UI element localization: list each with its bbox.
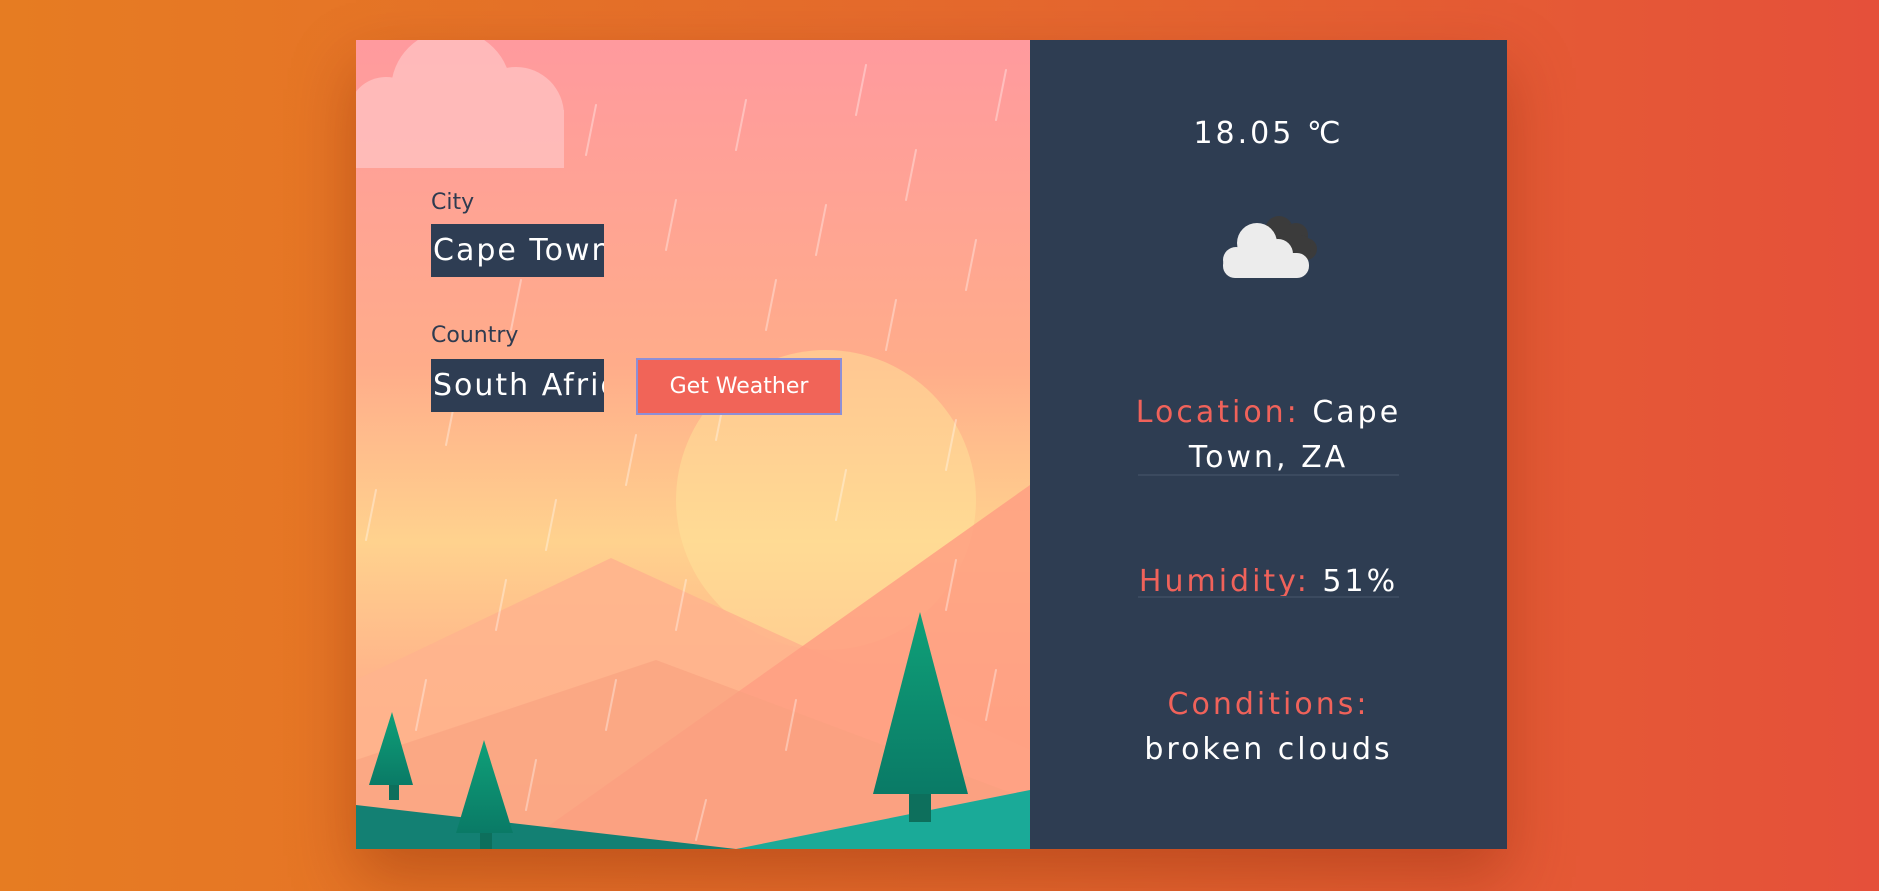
- conditions-row: Conditions: broken clouds: [1130, 682, 1407, 772]
- divider: [1138, 596, 1399, 598]
- search-panel: City Cape Town Country South Africa Get …: [356, 40, 1030, 849]
- city-input[interactable]: Cape Town: [431, 224, 604, 277]
- weather-results-panel: 18.05 ℃ Location: Cape Town, ZA Humidity…: [1030, 40, 1507, 849]
- divider: [1138, 474, 1399, 476]
- city-label: City: [431, 190, 475, 215]
- temperature-value: 18.05 ℃: [1193, 116, 1344, 151]
- country-input[interactable]: South Africa: [431, 359, 604, 412]
- humidity-value: 51%: [1322, 564, 1399, 599]
- location-key: Location:: [1135, 395, 1300, 430]
- weather-card: City Cape Town Country South Africa Get …: [356, 40, 1507, 849]
- location-row: Location: Cape Town, ZA: [1130, 390, 1407, 480]
- humidity-key: Humidity:: [1138, 564, 1310, 599]
- country-label: Country: [431, 323, 519, 348]
- landscape-illustration: [356, 40, 1030, 849]
- conditions-value: broken clouds: [1144, 732, 1393, 767]
- conditions-key: Conditions:: [1167, 687, 1370, 722]
- get-weather-button[interactable]: Get Weather: [636, 358, 842, 415]
- cloud-shape: [356, 40, 564, 168]
- broken-clouds-icon: [1223, 216, 1317, 278]
